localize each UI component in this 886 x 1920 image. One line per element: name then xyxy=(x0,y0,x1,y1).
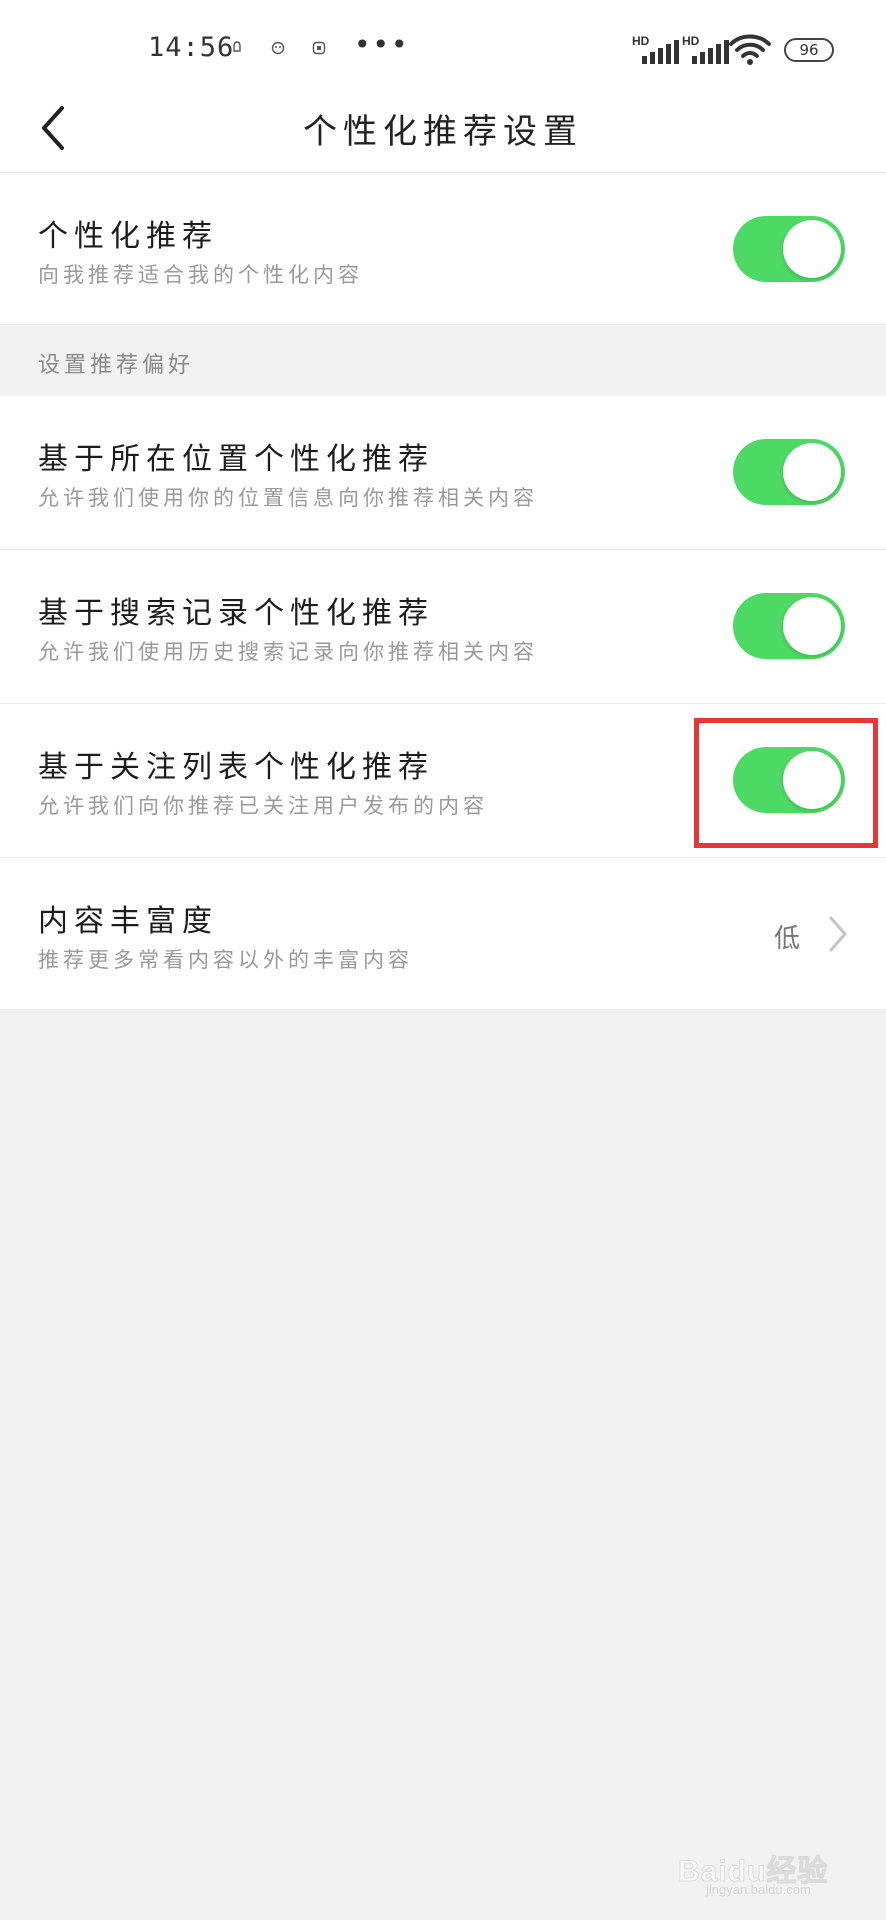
row-subtitle: 允许我们使用历史搜索记录向你推荐相关内容 xyxy=(38,640,538,664)
toggle-knob xyxy=(783,443,841,501)
notification-icon xyxy=(232,40,242,59)
location-recommendation-row: 基于所在位置个性化推荐 允许我们使用你的位置信息向你推荐相关内容 xyxy=(0,396,886,550)
status-bar: 14:56 ••• HD HD 96 xyxy=(0,0,886,84)
toggle-knob xyxy=(783,751,841,809)
row-title: 基于搜索记录个性化推荐 xyxy=(38,596,434,631)
row-title: 基于所在位置个性化推荐 xyxy=(38,442,434,477)
battery-icon: 96 xyxy=(784,38,834,62)
row-title: 个性化推荐 xyxy=(38,219,218,254)
notification-icon xyxy=(270,40,286,59)
baidu-watermark: Baidu经验 jingyan.baidu.com xyxy=(676,1832,876,1898)
row-subtitle: 向我推荐适合我的个性化内容 xyxy=(38,263,363,287)
personal-recommendation-row: 个性化推荐 向我推荐适合我的个性化内容 xyxy=(0,173,886,325)
notification-icon xyxy=(312,40,326,59)
content-richness-row[interactable]: 内容丰富度 推荐更多常看内容以外的丰富内容 xyxy=(0,858,886,1010)
signal-icon: HD xyxy=(682,34,729,64)
section-label: 设置推荐偏好 xyxy=(38,353,195,378)
toggle-knob xyxy=(783,220,841,278)
search-history-recommendation-toggle[interactable] xyxy=(733,593,845,659)
chevron-right-icon xyxy=(829,916,847,952)
personal-recommendation-toggle[interactable] xyxy=(733,216,845,282)
page-title: 个性化推荐设置 xyxy=(303,112,583,152)
row-title: 基于关注列表个性化推荐 xyxy=(38,750,434,785)
section-header: 设置推荐偏好 xyxy=(0,325,886,395)
toggle-knob xyxy=(783,597,841,655)
location-recommendation-toggle[interactable] xyxy=(733,439,845,505)
row-subtitle: 推荐更多常看内容以外的丰富内容 xyxy=(38,948,413,972)
wifi-icon xyxy=(728,32,772,66)
row-title: 内容丰富度 xyxy=(38,904,218,939)
row-subtitle: 允许我们使用你的位置信息向你推荐相关内容 xyxy=(38,486,538,510)
more-notifications-indicator: ••• xyxy=(354,28,410,61)
content-richness-value: 低 xyxy=(774,924,801,954)
watermark-url: jingyan.baidu.com xyxy=(706,1882,811,1897)
following-list-recommendation-toggle[interactable] xyxy=(733,747,845,813)
nav-bar: 个性化推荐设置 xyxy=(0,84,886,173)
row-subtitle: 允许我们向你推荐已关注用户发布的内容 xyxy=(38,794,488,818)
following-list-recommendation-row: 基于关注列表个性化推荐 允许我们向你推荐已关注用户发布的内容 xyxy=(0,704,886,858)
battery-level: 96 xyxy=(799,41,819,59)
status-time: 14:56 xyxy=(148,32,235,63)
search-history-recommendation-row: 基于搜索记录个性化推荐 允许我们使用历史搜索记录向你推荐相关内容 xyxy=(0,550,886,704)
signal-icon: HD xyxy=(632,34,679,64)
